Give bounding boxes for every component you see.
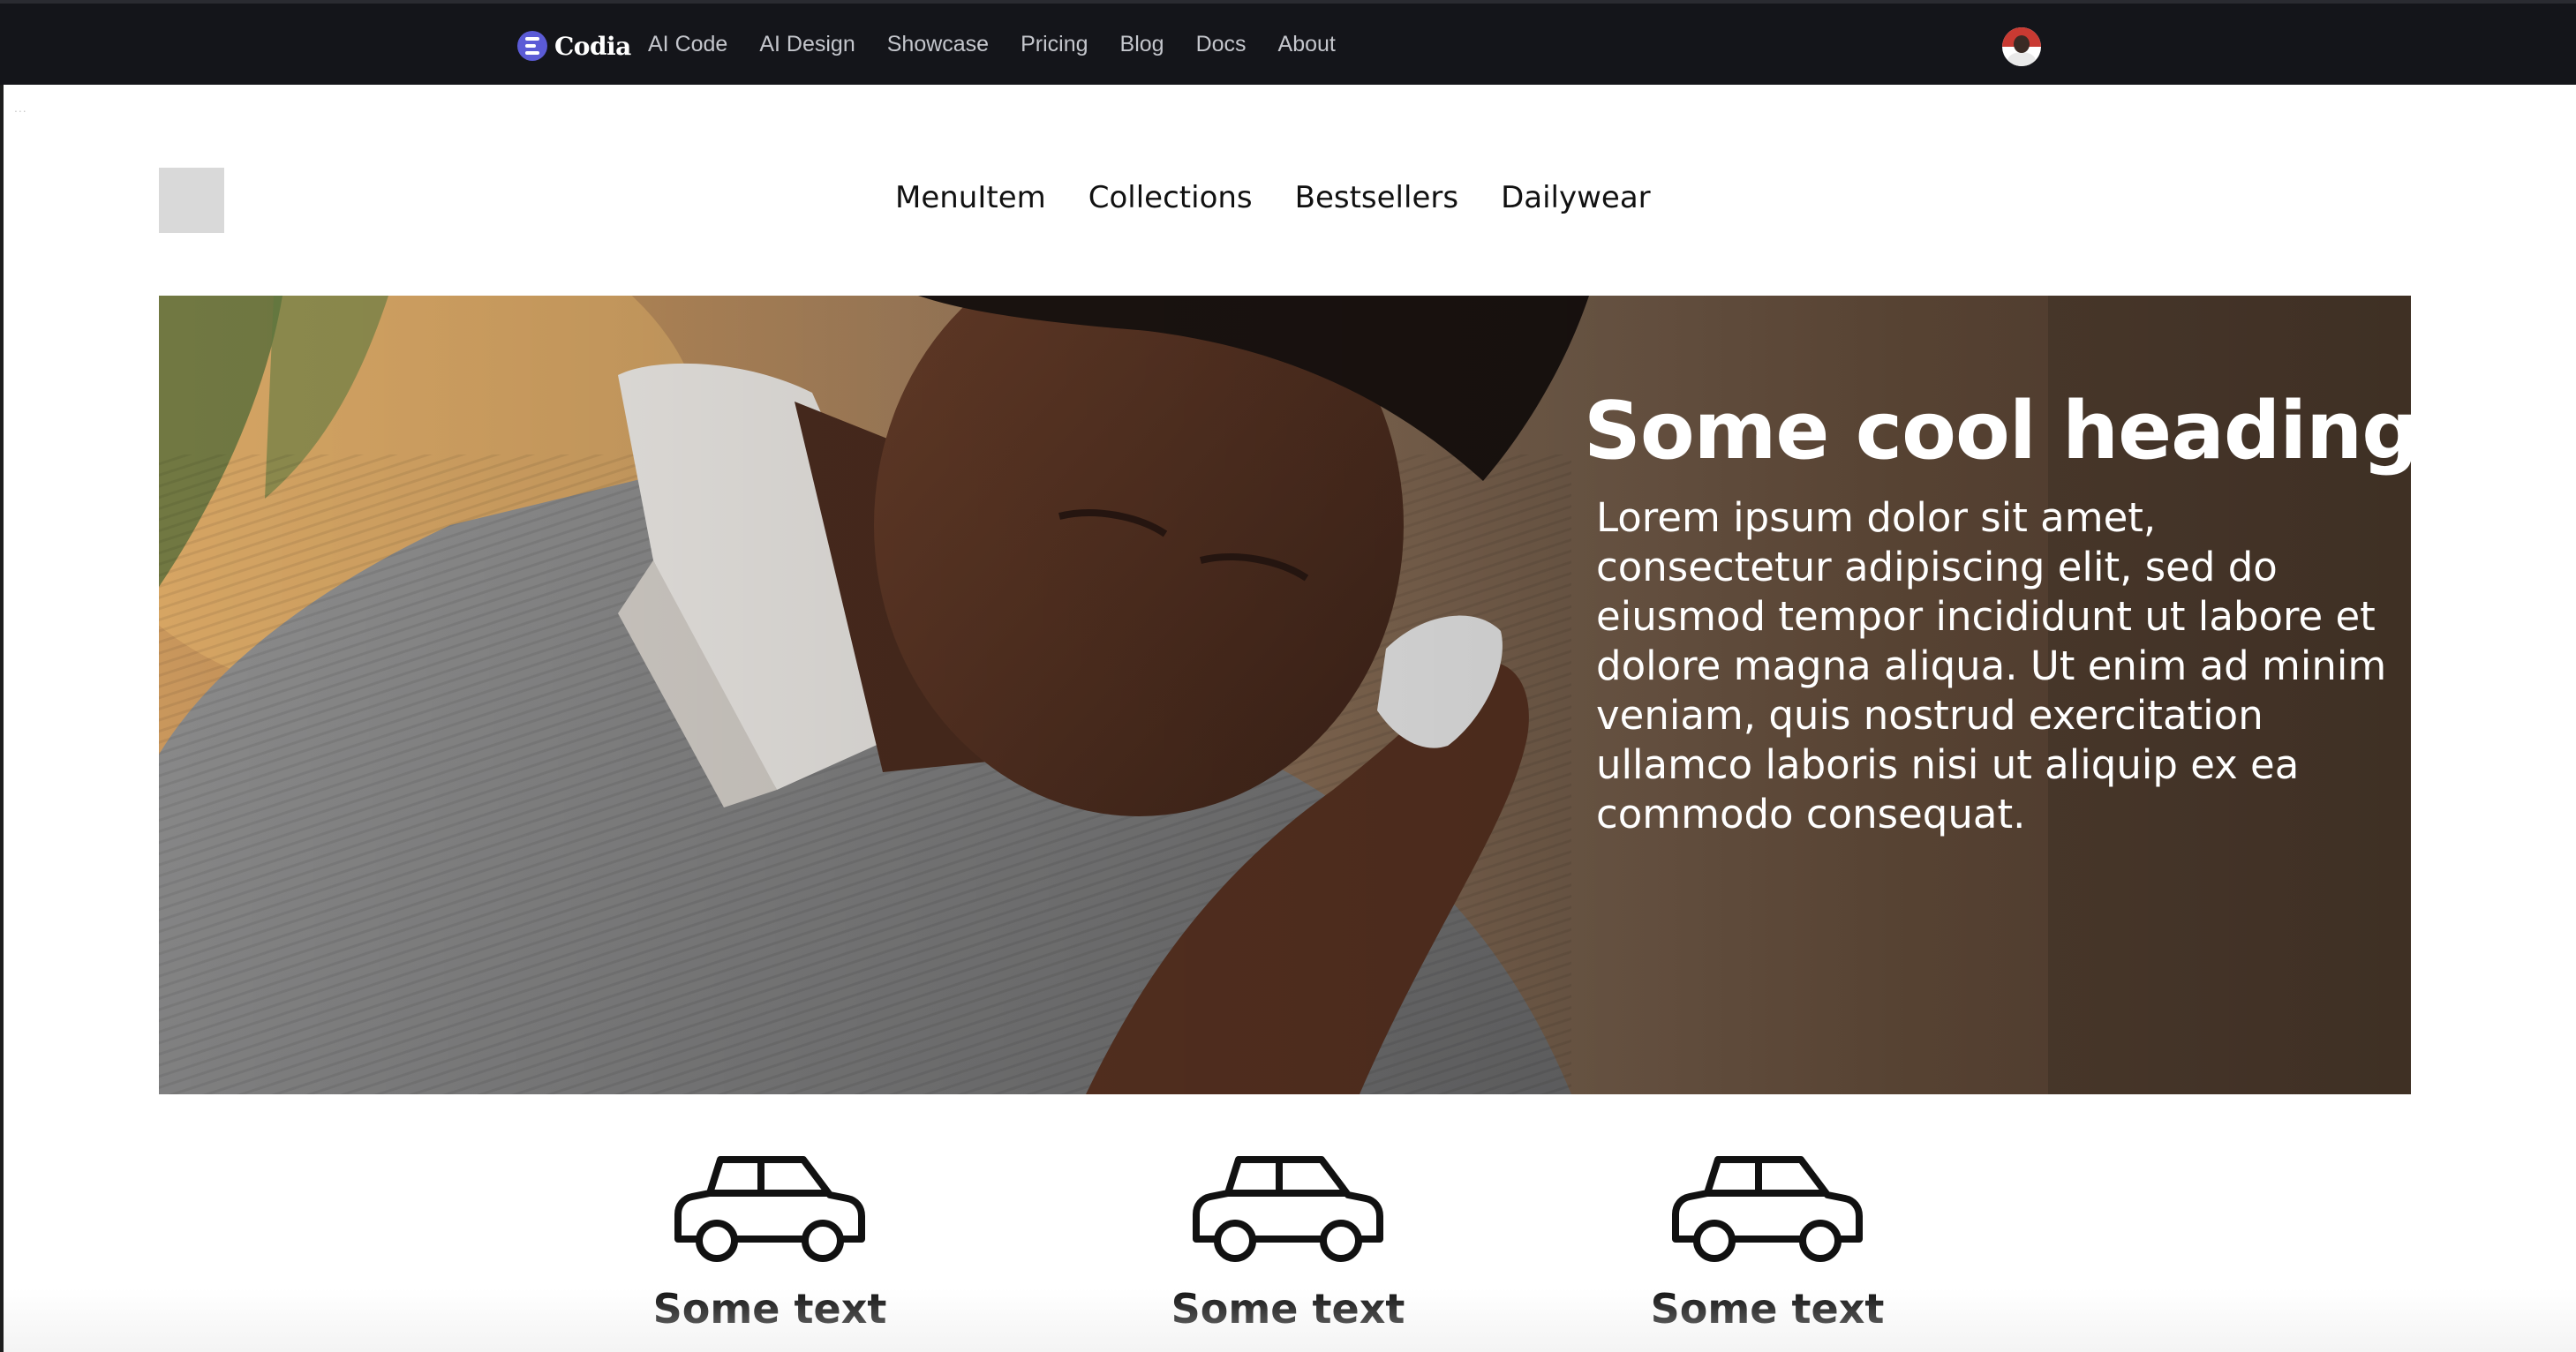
car-icon — [1193, 1156, 1383, 1262]
car-icon — [1672, 1156, 1863, 1262]
top-nav-showcase[interactable]: Showcase — [887, 32, 989, 57]
top-navbar: Codia AI Code AI Design Showcase Pricing… — [0, 0, 2576, 85]
hero-banner: Some cool heading Lorem ipsum dolor sit … — [159, 296, 2411, 1094]
top-nav-ai-code[interactable]: AI Code — [648, 32, 727, 57]
codia-logo-icon — [517, 31, 547, 61]
top-nav-pricing[interactable]: Pricing — [1021, 32, 1088, 57]
feature-label: Some text — [652, 1285, 887, 1333]
hero-text-block: Some cool heading Lorem ipsum dolor sit … — [1584, 388, 2411, 839]
page-dots: ... — [14, 101, 27, 115]
brand-link[interactable]: Codia — [517, 30, 631, 62]
site-nav: MenuItem Collections Bestsellers Dailywe… — [895, 180, 1651, 215]
hero-heading: Some cool heading — [1584, 385, 2411, 477]
feature-label: Some text — [1650, 1285, 1885, 1333]
feature-item: Some text — [611, 1153, 929, 1333]
feature-item: Some text — [1608, 1153, 1926, 1333]
top-nav-blog[interactable]: Blog — [1120, 32, 1164, 57]
car-icon — [674, 1156, 865, 1262]
top-nav: AI Code AI Design Showcase Pricing Blog … — [648, 32, 1336, 57]
user-avatar[interactable] — [2002, 27, 2041, 66]
brand-name: Codia — [554, 31, 631, 61]
site-logo-placeholder[interactable] — [159, 168, 224, 233]
site-nav-collections[interactable]: Collections — [1088, 180, 1253, 215]
feature-item: Some text — [1129, 1153, 1447, 1333]
site-nav-dailywear[interactable]: Dailywear — [1501, 180, 1651, 215]
top-nav-docs[interactable]: Docs — [1196, 32, 1247, 57]
site-nav-bestsellers[interactable]: Bestsellers — [1295, 180, 1458, 215]
top-nav-about[interactable]: About — [1278, 32, 1336, 57]
top-nav-ai-design[interactable]: AI Design — [759, 32, 855, 57]
hero-paragraph: Lorem ipsum dolor sit amet, consectetur … — [1596, 494, 2387, 838]
feature-label: Some text — [1171, 1285, 1405, 1333]
page-left-border — [0, 85, 4, 1352]
site-nav-menuitem[interactable]: MenuItem — [895, 180, 1046, 215]
